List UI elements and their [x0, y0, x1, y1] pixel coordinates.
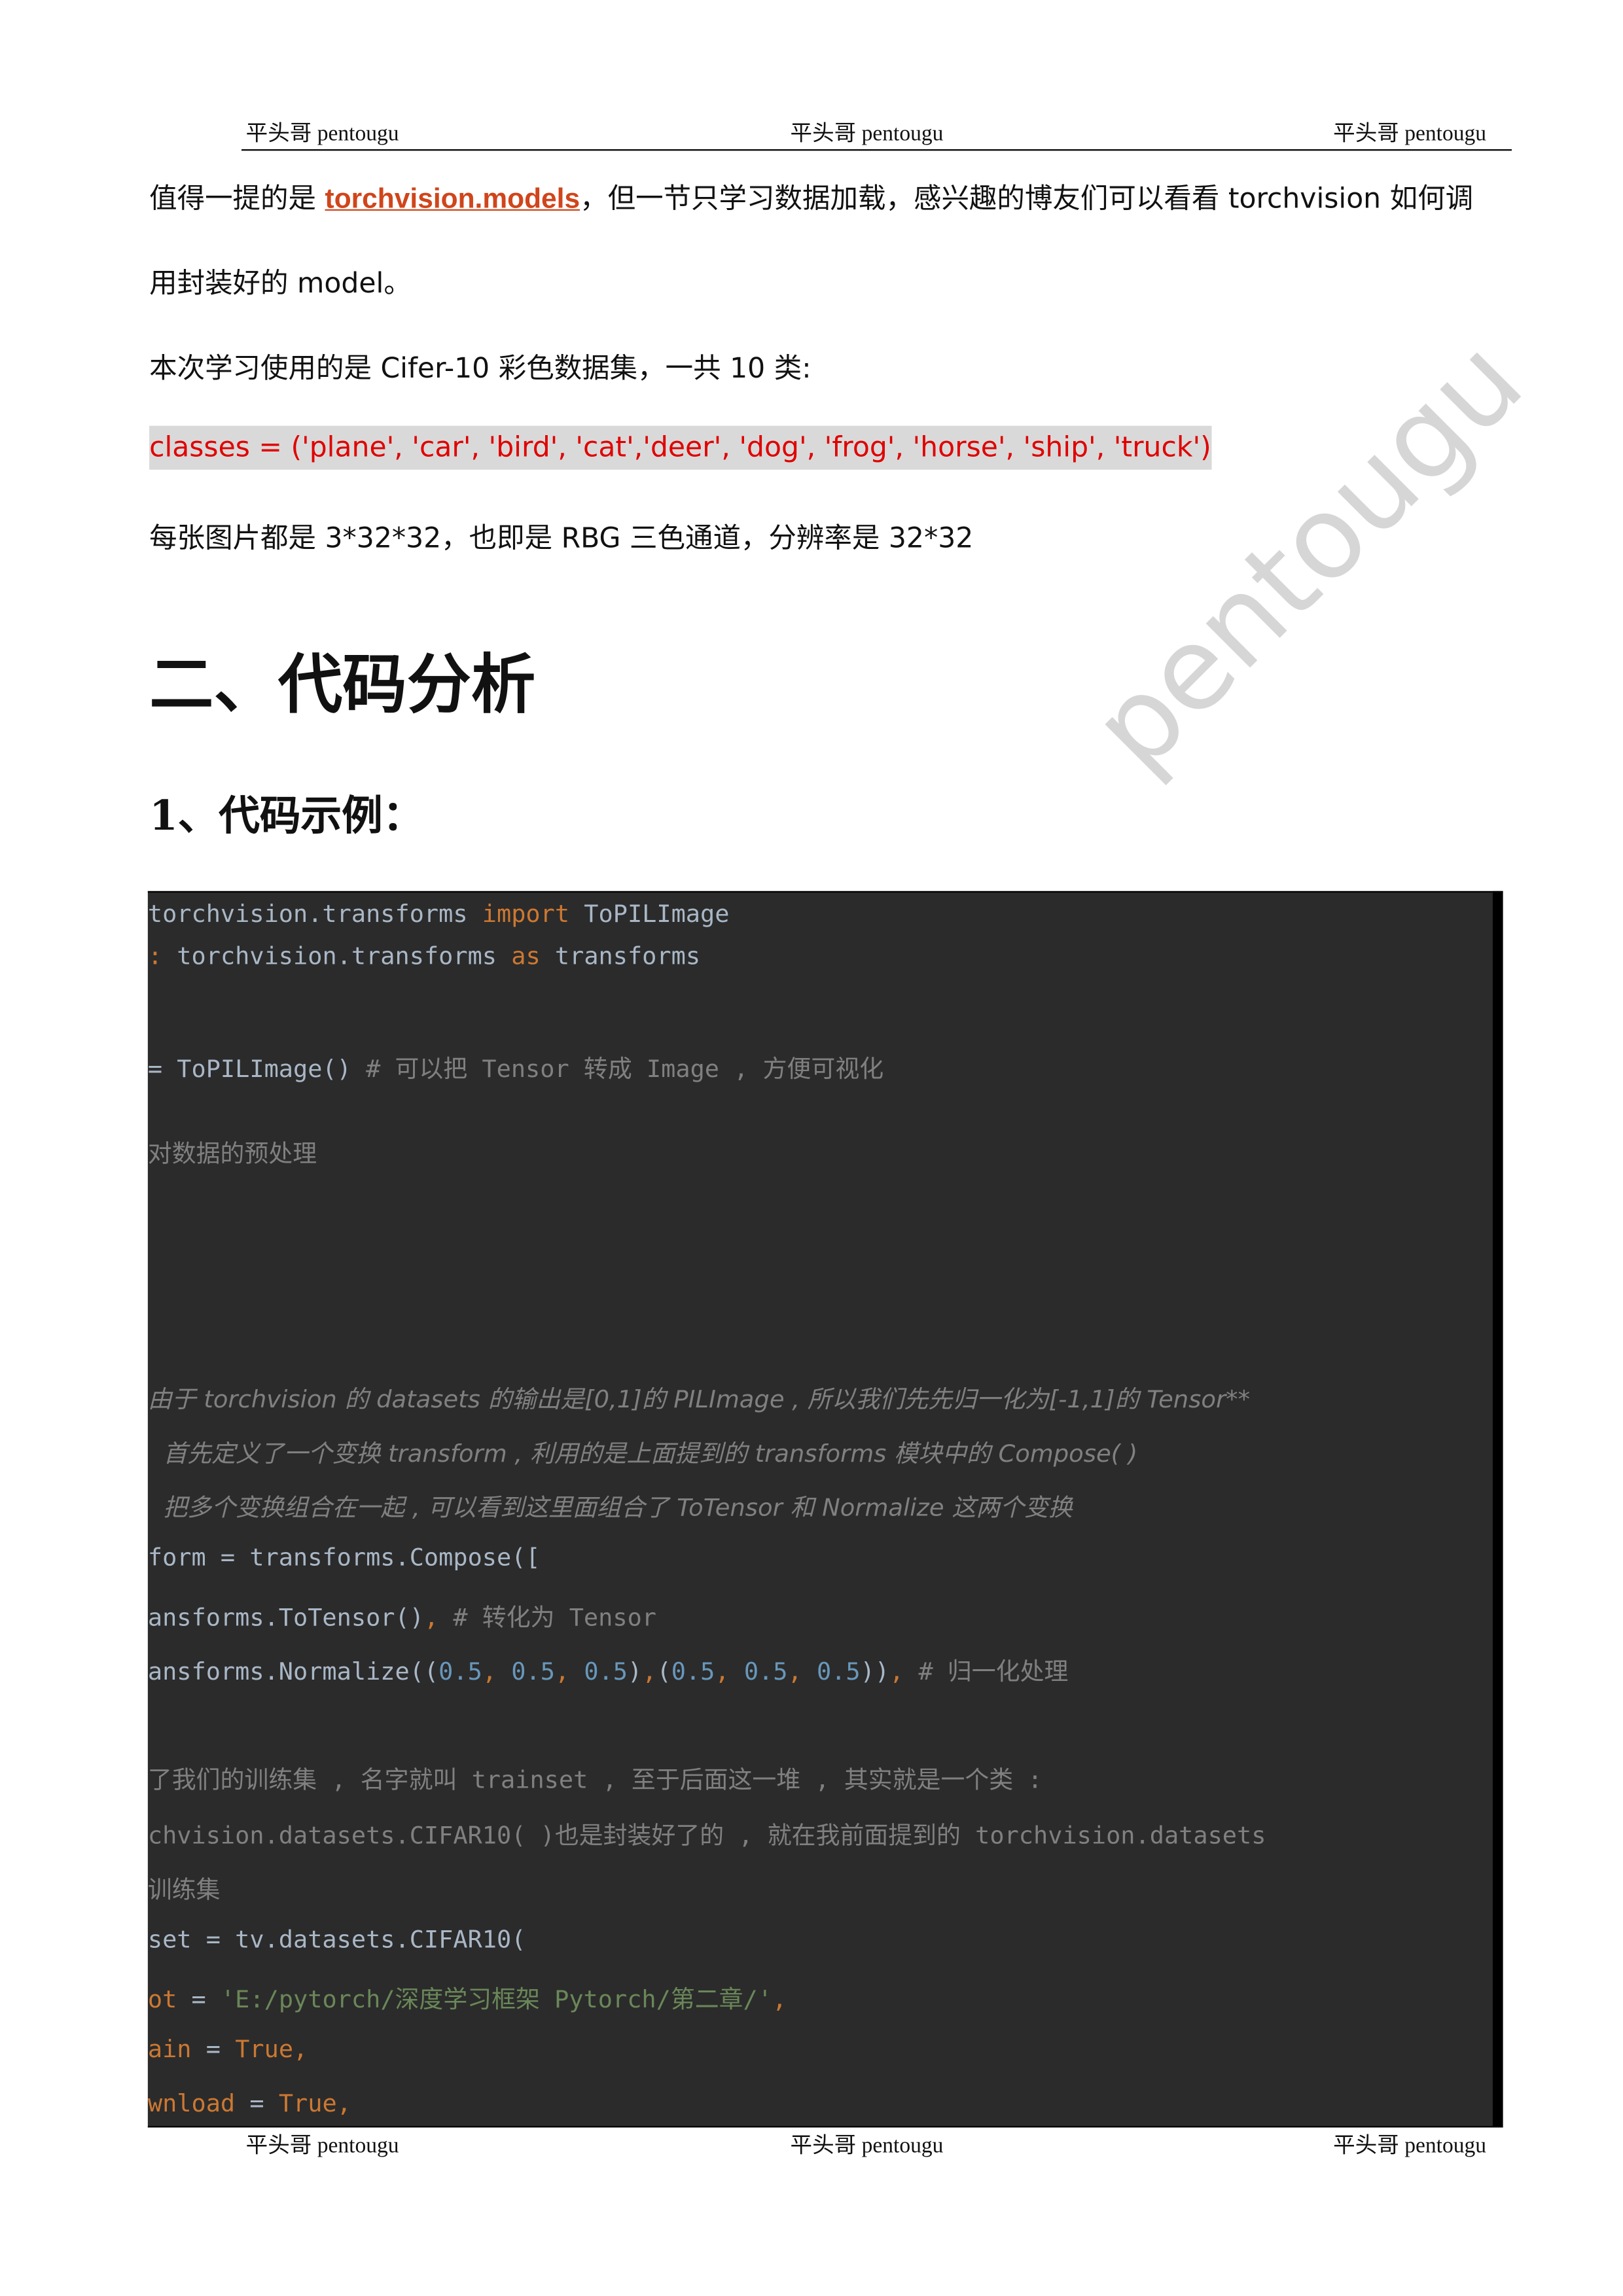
code-token: ot — [147, 1985, 177, 2014]
torchvision-models-link[interactable]: torchvision.models — [325, 185, 580, 215]
code-token: ain — [147, 2035, 192, 2064]
code-token: , — [787, 1657, 817, 1686]
code-line: 训练集 — [148, 1870, 221, 1905]
text: ，但一节只学习数据加载，感兴趣的博友们可以看看 torchvision 如何调 — [580, 183, 1474, 215]
code-token: 训练集 — [147, 1875, 221, 1904]
paragraph-2: 用封装好的 model。 — [149, 268, 412, 300]
code-line: ain = True, — [148, 2036, 308, 2063]
code-line: ot = 'E:/pytorch/深度学习框架 Pytorch/第二章/', — [148, 1980, 787, 2015]
code-line: 把多个变换组合在一起 , 可以看到这里面组合了 ToTensor 和 Norma… — [148, 1488, 1073, 1523]
paragraph-3: 本次学习使用的是 Cifer-10 彩色数据集，一共 10 类: — [149, 352, 812, 385]
code-token: # 转化为 Tensor — [438, 1603, 657, 1632]
header-center: 平头哥 pentougu — [790, 122, 944, 147]
code-token: 对数据的预处理 — [147, 1139, 317, 1168]
code-token: True, — [278, 2089, 351, 2117]
code-token: 首先定义了一个变换 transform , 利用的是上面提到的 transfor… — [147, 1439, 1138, 1468]
code-token: import — [482, 900, 570, 928]
code-token: = ToPILImage() — [147, 1055, 366, 1083]
code-token: 0.5 — [671, 1657, 715, 1686]
code-line: chvision.datasets.CIFAR10( )也是封装好了的 , 就在… — [148, 1816, 1266, 1851]
code-line: torchvision.transforms import ToPILImage — [148, 900, 730, 927]
code-token: 0.5 — [511, 1657, 555, 1686]
document-page: 平头哥 pentougu 平头哥 pentougu 平头哥 pentougu p… — [0, 0, 1623, 2296]
code-token: ) — [628, 1657, 643, 1686]
code-token: , — [423, 1603, 439, 1632]
text: 值得一提的是 — [149, 183, 325, 215]
code-token: , — [482, 1657, 512, 1686]
code-token: ( — [656, 1657, 671, 1686]
code-token: )) — [860, 1657, 890, 1686]
code-token: , — [772, 1985, 787, 2014]
code-token: = — [191, 2035, 236, 2064]
paragraph-1: 值得一提的是 torchvision.models，但一节只学习数据加载，感兴趣… — [149, 177, 1473, 217]
paragraph-5: 每张图片都是 3*32*32，也即是 RBG 三色通道，分辨率是 32*32 — [149, 522, 974, 555]
watermark: pentougu — [1068, 315, 1548, 796]
code-token: 0.5 — [743, 1657, 788, 1686]
code-token: 0.5 — [584, 1657, 628, 1686]
inline-code-classes: classes = ('plane', 'car', 'bird', 'cat'… — [149, 425, 1211, 470]
code-token: True, — [235, 2035, 308, 2064]
code-token: ansforms.ToTensor() — [147, 1603, 424, 1632]
code-line: 了我们的训练集 , 名字就叫 trainset , 至于后面这一堆 , 其实就是… — [148, 1760, 1043, 1795]
code-token: wnload — [147, 2089, 236, 2117]
code-token: torchvision.transforms — [147, 900, 482, 928]
code-line: set = tv.datasets.CIFAR10( — [148, 1926, 526, 1953]
code-block: torchvision.transforms import ToPILImage… — [147, 891, 1503, 2128]
code-token: chvision.datasets.CIFAR10( )也是封装好了的 , 就在… — [147, 1822, 1266, 1850]
code-token: as — [511, 942, 541, 970]
code-line: 首先定义了一个变换 transform , 利用的是上面提到的 transfor… — [148, 1434, 1137, 1469]
code-token: transforms — [540, 942, 701, 970]
code-token: 由于 torchvision 的 datasets 的输出是[0,1]的 PIL… — [147, 1385, 1251, 1414]
code-token: , — [889, 1657, 904, 1686]
footer-right: 平头哥 pentougu — [1333, 2134, 1487, 2159]
code-line: 由于 torchvision 的 datasets 的输出是[0,1]的 PIL… — [148, 1380, 1250, 1415]
code-token: : — [147, 942, 177, 970]
code-token: form = transforms.Compose([ — [147, 1544, 541, 1572]
code-token: , — [554, 1657, 584, 1686]
code-token: set = tv.datasets.CIFAR10( — [147, 1925, 526, 1954]
paragraph-classes: classes = ('plane', 'car', 'bird', 'cat'… — [149, 425, 1211, 470]
code-token: 0.5 — [438, 1657, 482, 1686]
code-line: ansforms.Normalize((0.5, 0.5, 0.5),(0.5,… — [148, 1652, 1069, 1687]
code-token: 了我们的训练集 , 名字就叫 trainset , 至于后面这一堆 , 其实就是… — [147, 1766, 1043, 1794]
code-token: = — [177, 1985, 221, 2014]
header-left: 平头哥 pentougu — [245, 122, 399, 147]
code-token: # 可以把 Tensor 转成 Image , 方便可视化 — [366, 1055, 884, 1083]
header-right: 平头哥 pentougu — [1333, 122, 1487, 147]
code-line: form = transforms.Compose([ — [148, 1544, 541, 1571]
code-token: = — [235, 2089, 279, 2117]
code-line: wnload = True, — [148, 2089, 351, 2117]
code-token: , — [715, 1657, 744, 1686]
code-line: 对数据的预处理 — [148, 1134, 317, 1169]
heading-code-analysis: 二、代码分析 — [149, 648, 536, 723]
code-token: 把多个变换组合在一起 , 可以看到这里面组合了 ToTensor 和 Norma… — [147, 1494, 1073, 1522]
code-token: # 归一化处理 — [904, 1657, 1069, 1686]
code-token: torchvision.transforms — [177, 942, 512, 970]
footer-center: 平头哥 pentougu — [790, 2134, 944, 2159]
footer-left: 平头哥 pentougu — [245, 2134, 399, 2159]
code-line: = ToPILImage() # 可以把 Tensor 转成 Image , 方… — [148, 1049, 883, 1084]
code-token: , — [642, 1657, 657, 1686]
code-token: ansforms.Normalize(( — [147, 1657, 439, 1686]
code-token: ToPILImage — [569, 900, 730, 928]
code-token: 0.5 — [816, 1657, 861, 1686]
code-line: ansforms.ToTensor(), # 转化为 Tensor — [148, 1598, 656, 1633]
heading-code-example: 1、代码示例： — [149, 791, 424, 840]
code-line: : torchvision.transforms as transforms — [148, 942, 700, 970]
header-divider — [241, 149, 1512, 151]
code-token: 'E:/pytorch/深度学习框架 Pytorch/第二章/' — [220, 1985, 772, 2014]
